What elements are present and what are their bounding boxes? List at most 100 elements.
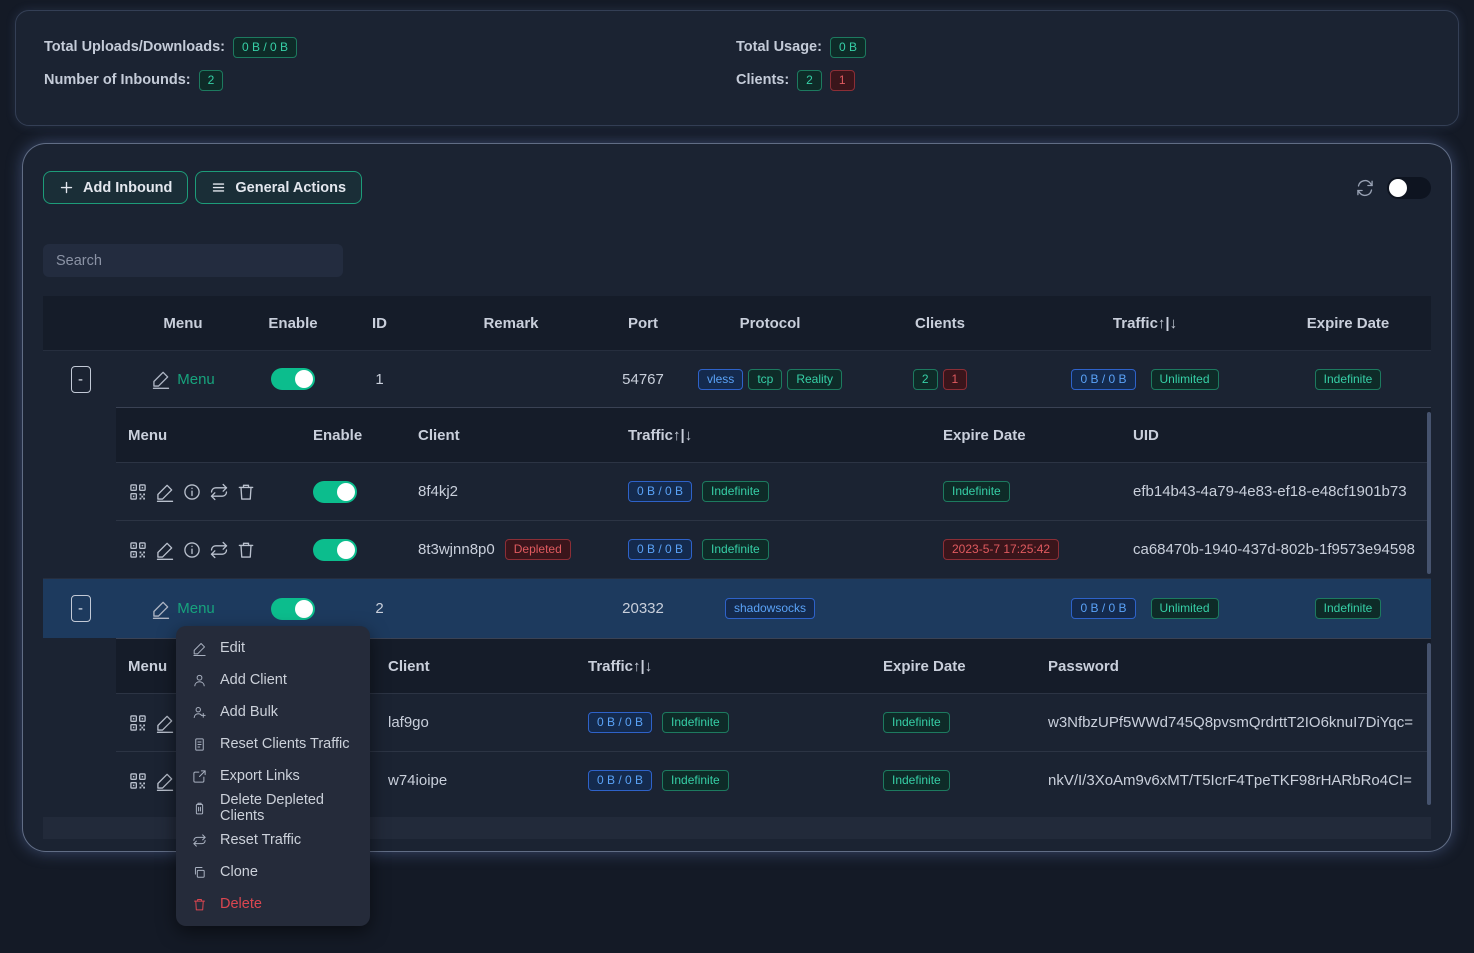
cell-clients: 2 1 <box>855 369 1025 390</box>
enable-toggle[interactable] <box>271 368 315 390</box>
add-inbound-button[interactable]: Add Inbound <box>43 171 188 204</box>
subtable-scrollbar[interactable] <box>1427 643 1431 805</box>
header-port: Port <box>601 315 685 332</box>
client-row-8f4kj2: 8f4kj2 0 B / 0 B Indefinite Indefinite e… <box>116 462 1431 520</box>
toolbar: Add Inbound General Actions <box>43 171 1431 204</box>
edit-client-button[interactable] <box>155 771 175 791</box>
menu-item-add-client[interactable]: Add Client <box>176 664 370 696</box>
copy-icon <box>192 865 207 880</box>
sub-header-uid: UID <box>1121 427 1431 444</box>
client-info-button[interactable] <box>182 540 202 560</box>
inbound-menu-trigger[interactable]: Menu <box>151 599 215 619</box>
menu-item-reset-clients-traffic[interactable]: Reset Clients Traffic <box>176 728 370 760</box>
qr-code-button[interactable] <box>128 540 148 560</box>
delete-client-button[interactable] <box>236 540 256 560</box>
general-actions-button[interactable]: General Actions <box>195 171 362 204</box>
menu-item-delete[interactable]: Delete <box>176 888 370 920</box>
trash-icon <box>236 482 256 502</box>
header-enable: Enable <box>248 315 338 332</box>
header-clients[interactable]: Clients <box>855 315 1025 332</box>
cell-id: 1 <box>338 371 421 388</box>
expire-badge: Indefinite <box>943 481 1010 502</box>
transport-tag: tcp <box>748 369 782 390</box>
expire-badge: Indefinite <box>883 712 950 733</box>
sub-header-enable: Enable <box>301 427 406 444</box>
sub-header-client: Client <box>376 658 576 675</box>
subtable-scrollbar[interactable] <box>1427 412 1431 574</box>
collapse-row-button[interactable]: - <box>71 366 91 393</box>
sub-header-client: Client <box>406 427 616 444</box>
collapse-row-button[interactable]: - <box>71 595 91 622</box>
cell-menu: Menu <box>118 599 248 619</box>
sub-header-traffic[interactable]: Traffic↑|↓ <box>616 427 931 444</box>
expire-badge: Indefinite <box>883 770 950 791</box>
qr-code-button[interactable] <box>128 771 148 791</box>
traffic-limit-badge: Unlimited <box>1151 369 1219 390</box>
edit-client-button[interactable] <box>155 482 175 502</box>
inbound-context-menu: Edit Add Client Add Bulk Reset Clients T… <box>176 626 370 926</box>
stat-clients-depleted: 1 <box>830 70 855 91</box>
client-enable-toggle[interactable] <box>313 481 357 503</box>
header-traffic-sort[interactable]: Traffic↑|↓ <box>1025 315 1265 332</box>
traffic-badge: 0 B / 0 B <box>1071 598 1135 619</box>
client-name: w74ioipe <box>376 772 576 789</box>
edit-client-button[interactable] <box>155 713 175 733</box>
cell-id: 2 <box>338 600 421 617</box>
qr-code-icon <box>128 482 148 502</box>
external-link-icon <box>192 769 207 784</box>
stat-clients-label: Clients: <box>736 72 789 88</box>
edit-icon <box>192 641 207 656</box>
menu-item-clone[interactable]: Clone <box>176 856 370 888</box>
client-uid: efb14b43-4a79-4e83-ef18-e48cf1901b73 <box>1121 483 1431 500</box>
cell-port: 20332 <box>601 600 685 617</box>
edit-client-button[interactable] <box>155 540 175 560</box>
reset-client-traffic-button[interactable] <box>209 482 229 502</box>
edit-icon <box>155 482 175 502</box>
qr-code-icon <box>128 771 148 791</box>
client-actions <box>116 540 301 560</box>
client-info-button[interactable] <box>182 482 202 502</box>
inbounds-table-header: Menu Enable ID Remark Port Protocol Clie… <box>43 296 1431 350</box>
stat-uploads-value: 0 B / 0 B <box>233 37 297 58</box>
qr-code-button[interactable] <box>128 482 148 502</box>
edit-icon <box>155 540 175 560</box>
stat-clients-active: 2 <box>797 70 822 91</box>
sub-header-expire: Expire Date <box>871 658 1036 675</box>
repeat-icon <box>192 833 207 848</box>
traffic-limit-badge: Indefinite <box>702 539 769 560</box>
subtable1-header: Menu Enable Client Traffic↑|↓ Expire Dat… <box>116 408 1431 462</box>
menu-item-edit[interactable]: Edit <box>176 632 370 664</box>
client-uid: ca68470b-1940-437d-802b-1f9573e94598 <box>1121 541 1431 558</box>
traffic-badge: 0 B / 0 B <box>588 770 652 791</box>
client-enable-toggle[interactable] <box>313 539 357 561</box>
user-icon <box>192 673 207 688</box>
inbound-menu-trigger[interactable]: Menu <box>151 369 215 389</box>
header-protocol: Protocol <box>685 315 855 332</box>
refresh-icon[interactable] <box>1355 178 1375 198</box>
stats-grid: Total Uploads/Downloads: 0 B / 0 B Total… <box>44 36 1430 91</box>
cell-expand: - <box>43 366 118 393</box>
cell-expand: - <box>43 595 118 622</box>
menu-item-export-links[interactable]: Export Links <box>176 760 370 792</box>
expire-badge: Indefinite <box>1315 598 1382 619</box>
stat-inbounds-value: 2 <box>199 70 224 91</box>
menu-item-reset-traffic[interactable]: Reset Traffic <box>176 824 370 856</box>
header-id: ID <box>338 315 421 332</box>
edit-icon <box>151 369 171 389</box>
search-input[interactable] <box>43 244 343 277</box>
dark-mode-toggle[interactable] <box>1387 177 1431 199</box>
menu-item-delete-depleted-clients[interactable]: Delete Depleted Clients <box>176 792 370 824</box>
stat-clients: Clients: 2 1 <box>736 69 1430 91</box>
menu-item-label: Delete Depleted Clients <box>220 792 354 824</box>
reset-client-traffic-button[interactable] <box>209 540 229 560</box>
qr-code-button[interactable] <box>128 713 148 733</box>
enable-toggle[interactable] <box>271 598 315 620</box>
menu-item-add-bulk[interactable]: Add Bulk <box>176 696 370 728</box>
menu-item-label: Reset Traffic <box>220 832 301 848</box>
delete-client-button[interactable] <box>236 482 256 502</box>
cell-port: 54767 <box>601 371 685 388</box>
sub-header-traffic[interactable]: Traffic↑|↓ <box>576 658 871 675</box>
menu-item-label: Add Client <box>220 672 287 688</box>
client-traffic: 0 B / 0 B Indefinite <box>616 539 931 560</box>
stat-inbounds-label: Number of Inbounds: <box>44 72 191 88</box>
